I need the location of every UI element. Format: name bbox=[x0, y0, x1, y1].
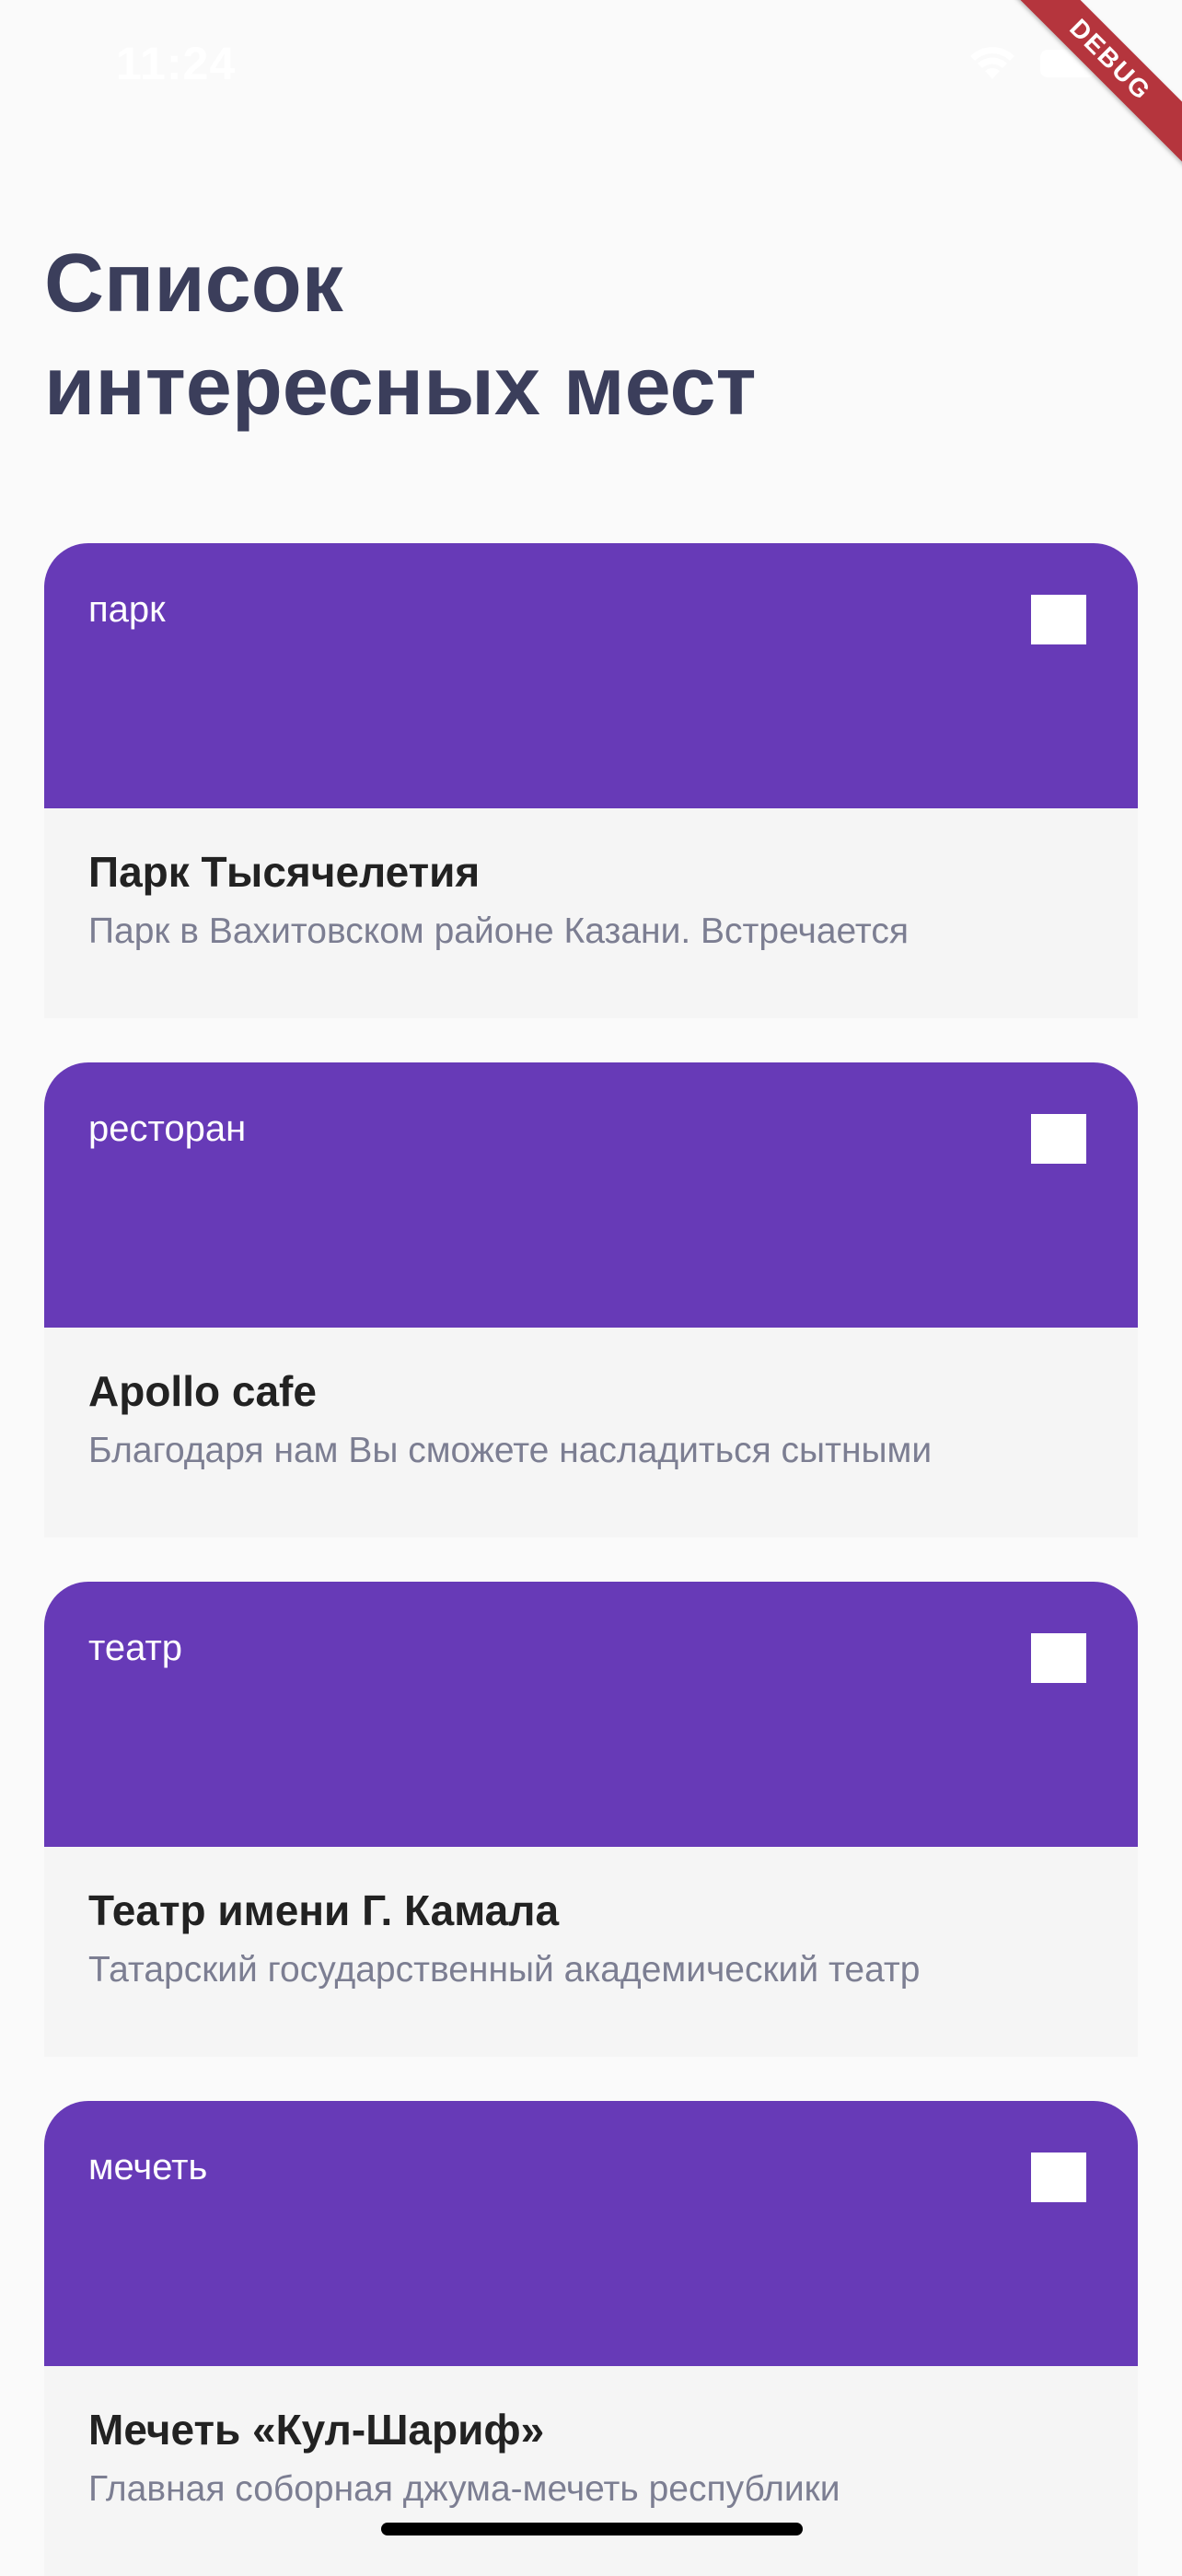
place-description: Татарский государственный академический … bbox=[88, 1950, 921, 1990]
favorite-icon[interactable] bbox=[1031, 1114, 1086, 1164]
favorite-icon[interactable] bbox=[1031, 1633, 1086, 1683]
favorite-icon[interactable] bbox=[1031, 2152, 1086, 2202]
page-title-line-1: Список bbox=[44, 238, 343, 330]
place-card[interactable]: парк Парк Тысячелетия Парк в Вахитовском… bbox=[44, 543, 1138, 1018]
place-name: Мечеть «Кул-Шариф» bbox=[88, 2406, 545, 2454]
card-image-area: парк bbox=[44, 543, 1138, 808]
favorite-icon[interactable] bbox=[1031, 595, 1086, 644]
place-type-label: мечеть bbox=[88, 2147, 208, 2187]
card-info: Apollo cafe Благодаря нам Вы сможете нас… bbox=[44, 1328, 1138, 1537]
card-info: Театр имени Г. Камала Татарский государс… bbox=[44, 1847, 1138, 2057]
place-type-label: театр bbox=[88, 1628, 183, 1668]
place-card[interactable]: мечеть Мечеть «Кул-Шариф» Главная соборн… bbox=[44, 2101, 1138, 2576]
page-title-line-2: интересных мест bbox=[44, 341, 757, 433]
place-name: Парк Тысячелетия bbox=[88, 848, 481, 896]
card-info: Мечеть «Кул-Шариф» Главная соборная джум… bbox=[44, 2366, 1138, 2576]
place-card[interactable]: ресторан Apollo cafe Благодаря нам Вы см… bbox=[44, 1062, 1138, 1537]
status-time: 11:24 bbox=[116, 38, 237, 89]
place-name: Apollo cafe bbox=[88, 1367, 317, 1415]
card-image-area: ресторан bbox=[44, 1062, 1138, 1328]
place-name: Театр имени Г. Камала bbox=[88, 1886, 560, 1934]
place-type-label: парк bbox=[88, 589, 166, 630]
card-image-area: мечеть bbox=[44, 2101, 1138, 2366]
card-image-area: театр bbox=[44, 1582, 1138, 1847]
place-type-label: ресторан bbox=[88, 1108, 247, 1149]
card-info: Парк Тысячелетия Парк в Вахитовском райо… bbox=[44, 808, 1138, 1018]
status-bar: 11:24 bbox=[0, 0, 1182, 138]
wifi-icon bbox=[970, 47, 1014, 79]
place-description: Благодаря нам Вы сможете насладиться сыт… bbox=[88, 1431, 933, 1470]
home-indicator[interactable] bbox=[381, 2523, 803, 2535]
page-title: Список интересных мест bbox=[44, 232, 1057, 438]
place-card[interactable]: театр Театр имени Г. Камала Татарский го… bbox=[44, 1582, 1138, 2057]
place-description: Главная соборная джума-мечеть республики bbox=[88, 2469, 840, 2509]
place-description: Парк в Вахитовском районе Казани. Встреч… bbox=[88, 911, 909, 951]
